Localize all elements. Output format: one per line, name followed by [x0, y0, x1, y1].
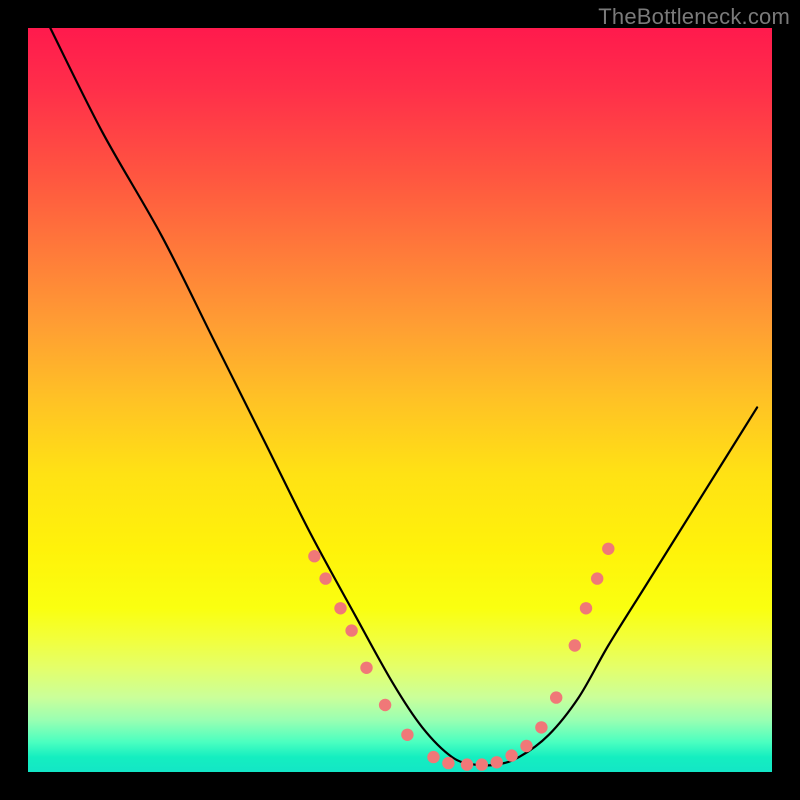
data-point: [461, 758, 473, 770]
data-point: [379, 699, 391, 711]
data-point: [535, 721, 547, 733]
data-point: [580, 602, 592, 614]
data-point: [505, 749, 517, 761]
data-point: [569, 639, 581, 651]
data-point: [334, 602, 346, 614]
chart-svg: [28, 28, 772, 772]
data-point: [401, 729, 413, 741]
data-point: [491, 756, 503, 768]
data-point: [345, 624, 357, 636]
data-point: [427, 751, 439, 763]
data-point: [360, 662, 372, 674]
watermark-text: TheBottleneck.com: [598, 4, 790, 30]
data-markers: [308, 543, 614, 771]
data-point: [442, 757, 454, 769]
data-point: [319, 572, 331, 584]
data-point: [602, 543, 614, 555]
data-point: [591, 572, 603, 584]
plot-area: [28, 28, 772, 772]
data-point: [520, 740, 532, 752]
chart-frame: TheBottleneck.com: [0, 0, 800, 800]
data-point: [550, 691, 562, 703]
data-point: [308, 550, 320, 562]
data-point: [476, 758, 488, 770]
bottleneck-curve: [50, 28, 757, 766]
